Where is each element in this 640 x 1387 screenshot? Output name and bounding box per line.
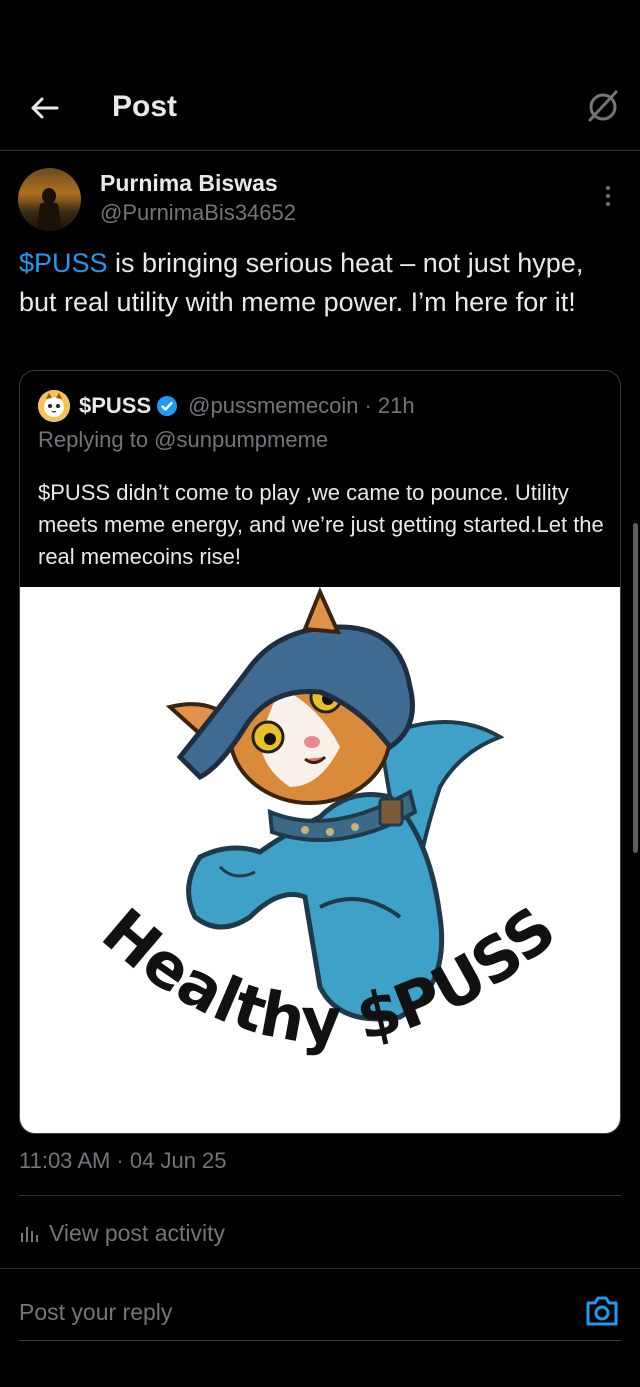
post-body: $PUSS is bringing serious heat – not jus… [19, 244, 619, 322]
cashtag-link[interactable]: $PUSS [19, 248, 108, 278]
page-title: Post [112, 90, 178, 123]
grok-button[interactable] [584, 88, 622, 126]
divider [19, 1195, 621, 1196]
quoted-author-handle[interactable]: @pussmemecoin [188, 393, 358, 419]
divider [19, 1340, 621, 1341]
author-handle[interactable]: @PurnimaBis34652 [100, 200, 296, 226]
scrollbar[interactable] [633, 523, 638, 853]
cat-face-icon [38, 390, 70, 422]
top-bar: Post [0, 0, 640, 151]
view-post-activity-label: View post activity [49, 1219, 225, 1246]
camera-icon [586, 1296, 618, 1326]
quoted-post-time: · 21h [364, 393, 415, 418]
quoted-post[interactable]: $PUSS @pussmemecoin · 21h Replying to @s… [19, 370, 621, 1134]
avatar-image [36, 188, 62, 231]
bar-chart-icon [21, 1227, 38, 1242]
arrow-left-icon [31, 97, 59, 119]
grok-icon [588, 90, 618, 122]
quoted-avatar[interactable] [38, 390, 70, 422]
healthy-puss-illustration: Healthy $PUSS [89, 586, 569, 1057]
post-timestamp: 11:03 AM · 04 Jun 25 [19, 1148, 227, 1173]
quoted-post-header: $PUSS @pussmemecoin · 21h [38, 389, 608, 423]
post-author: Purnima Biswas @PurnimaBis34652 [18, 168, 628, 238]
more-dot-icon [606, 194, 610, 198]
quoted-author-name[interactable]: $PUSS [79, 393, 151, 419]
view-post-activity-button[interactable]: View post activity [19, 1216, 225, 1250]
quoted-post-text: $PUSS didn’t come to play ,we came to po… [38, 480, 604, 569]
replying-to: Replying to @sunpumpmeme [38, 427, 329, 452]
more-options-button[interactable] [598, 182, 618, 210]
author-name[interactable]: Purnima Biswas [100, 170, 278, 197]
camera-button[interactable] [584, 1294, 620, 1328]
divider [0, 1268, 640, 1269]
quoted-post-image[interactable]: Healthy $PUSS [20, 586, 620, 1133]
back-button[interactable] [26, 88, 62, 128]
avatar[interactable] [18, 168, 81, 231]
verified-badge-icon [157, 396, 178, 416]
reply-input[interactable] [19, 1292, 559, 1332]
more-dot-icon [606, 186, 610, 190]
more-dot-icon [606, 202, 610, 206]
